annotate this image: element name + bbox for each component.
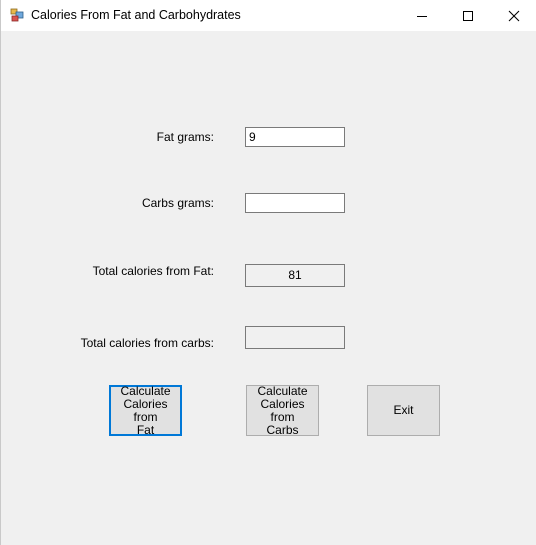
- close-icon: [508, 10, 520, 21]
- carbs-grams-input[interactable]: [245, 193, 345, 213]
- fat-grams-label: Fat grams:: [156, 130, 214, 144]
- carbs-grams-label: Carbs grams:: [141, 196, 214, 210]
- carbs-calories-output: [245, 326, 345, 349]
- fat-calories-label: Total calories from Fat:: [92, 264, 214, 278]
- maximize-button[interactable]: [445, 0, 491, 31]
- minimize-icon: [417, 15, 427, 17]
- maximize-icon: [463, 10, 473, 21]
- carbs-calories-label: Total calories from carbs:: [80, 336, 214, 350]
- title-bar[interactable]: Calories From Fat and Carbohydrates: [1, 0, 536, 31]
- calculate-fat-button[interactable]: Calculate Calories from Fat: [109, 384, 182, 436]
- window-title: Calories From Fat and Carbohydrates: [31, 8, 241, 22]
- exit-button[interactable]: Exit: [367, 385, 440, 436]
- fat-calories-output: 81: [245, 264, 345, 287]
- calculate-carbs-button[interactable]: Calculate Calories from Carbs: [246, 384, 319, 436]
- app-icon: [10, 8, 24, 22]
- close-button[interactable]: [491, 0, 536, 31]
- minimize-button[interactable]: [399, 0, 445, 31]
- app-window: Calories From Fat and Carbohydrates Fat …: [0, 0, 536, 545]
- fat-grams-input[interactable]: [245, 127, 345, 147]
